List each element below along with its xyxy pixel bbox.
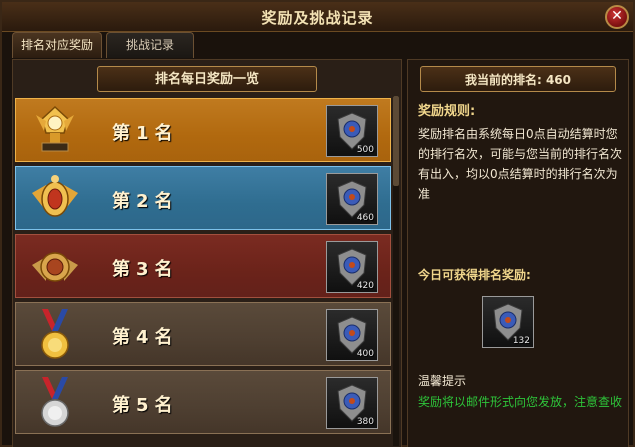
reward-count: 380 bbox=[356, 417, 374, 427]
tip-title: 温馨提示 bbox=[418, 374, 467, 388]
golden-trophy-icon bbox=[36, 105, 74, 152]
reward-count: 460 bbox=[356, 213, 374, 223]
rules-title: 奖励规则: bbox=[418, 104, 476, 119]
tip-body: 奖励将以邮件形式向您发放，注意查收 bbox=[418, 395, 623, 409]
rank-row-2[interactable]: 第2名 460 bbox=[15, 166, 391, 230]
reward-count: 400 bbox=[356, 349, 374, 359]
reward-item-slot[interactable]: 500 bbox=[326, 105, 378, 157]
reward-item-slot[interactable]: 420 bbox=[326, 241, 378, 293]
current-rank-banner: 我当前的排名: 460 bbox=[420, 66, 616, 92]
silver-medal-icon bbox=[41, 377, 69, 427]
reward-window: 奖励及挑战记录 ✕ 排名对应奖励 挑战记录 排名每日奖励一览 第1名 500 第… bbox=[0, 0, 635, 447]
close-icon[interactable]: ✕ bbox=[605, 5, 629, 29]
winged-bronze-badge-icon bbox=[32, 252, 78, 282]
window-title: 奖励及挑战记录 bbox=[261, 9, 374, 27]
daily-reward-banner: 排名每日奖励一览 bbox=[97, 66, 317, 92]
title-bar: 奖励及挑战记录 ✕ bbox=[2, 2, 633, 32]
rank-label: 第5名 bbox=[112, 395, 179, 416]
rules-body: 奖励排名由系统每日0点自动结算时您的排行名次，可能与您当前的排行名次有出入，均以… bbox=[418, 127, 623, 201]
rank-row-3[interactable]: 第3名 420 bbox=[15, 234, 391, 298]
rank-row-4[interactable]: 第4名 400 bbox=[15, 302, 391, 366]
rank-reward-panel: 排名每日奖励一览 第1名 500 第2名 460 第3名 420 第4名 400… bbox=[12, 59, 402, 447]
list-scrollbar[interactable] bbox=[393, 96, 399, 446]
my-rank-panel: 我当前的排名: 460 奖励规则: 奖励排名由系统每日0点自动结算时您的排行名次… bbox=[407, 59, 629, 447]
reward-count: 420 bbox=[356, 281, 374, 291]
scrollbar-thumb[interactable] bbox=[393, 96, 399, 186]
today-reward-title: 今日可获得排名奖励: bbox=[418, 268, 531, 282]
rank-label: 第1名 bbox=[112, 123, 179, 144]
reward-count: 500 bbox=[356, 145, 374, 155]
today-reward-count: 132 bbox=[512, 336, 530, 346]
winged-gold-badge-icon bbox=[32, 175, 78, 217]
reward-item-slot[interactable]: 460 bbox=[326, 173, 378, 225]
rank-row-5[interactable]: 第5名 380 bbox=[15, 370, 391, 434]
rank-label: 第3名 bbox=[112, 259, 179, 280]
reward-item-slot[interactable]: 400 bbox=[326, 309, 378, 361]
rank-label: 第2名 bbox=[112, 191, 179, 212]
rank-reward-list: 第1名 500 第2名 460 第3名 420 第4名 400 第5名 380 bbox=[15, 96, 391, 447]
rank-row-1[interactable]: 第1名 500 bbox=[15, 98, 391, 162]
rank-label: 第4名 bbox=[112, 327, 179, 348]
tab-rank-rewards[interactable]: 排名对应奖励 bbox=[12, 32, 102, 58]
tab-challenge-records[interactable]: 挑战记录 bbox=[106, 32, 194, 58]
today-reward-slot[interactable]: 132 bbox=[482, 296, 534, 348]
reward-item-slot[interactable]: 380 bbox=[326, 377, 378, 429]
gold-medal-icon bbox=[41, 309, 69, 359]
